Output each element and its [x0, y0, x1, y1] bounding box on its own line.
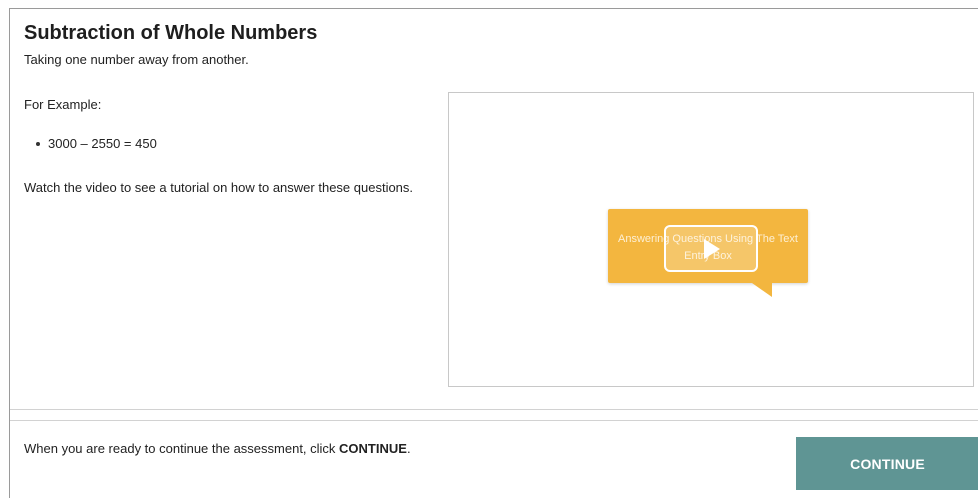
continue-prompt: When you are ready to continue the asses… [24, 441, 411, 456]
play-button[interactable] [664, 225, 758, 272]
continue-prompt-text: When you are ready to continue the asses… [24, 441, 340, 456]
page-title: Subtraction of Whole Numbers [24, 22, 318, 44]
example-label: For Example: [24, 97, 102, 112]
list-item: 3000 – 2550 = 450 [24, 136, 157, 151]
assessment-panel: Subtraction of Whole Numbers Taking one … [9, 8, 978, 498]
video-player[interactable]: Answering Questions Using The Text Entry… [448, 92, 974, 387]
continue-prompt-period: . [406, 441, 411, 456]
play-icon [704, 239, 720, 259]
speech-bubble-tail [752, 283, 772, 297]
video-thumbnail[interactable]: Answering Questions Using The Text Entry… [608, 209, 808, 297]
continue-prompt-keyword: CONTINUE [339, 441, 407, 456]
bullet-icon [36, 141, 40, 146]
page-subtitle: Taking one number away from another. [24, 52, 249, 67]
instructions-text: Watch the video to see a tutorial on how… [24, 180, 414, 195]
section-divider [10, 409, 978, 410]
section-divider [10, 420, 978, 421]
example-equation: 3000 – 2550 = 450 [48, 136, 157, 151]
example-list: 3000 – 2550 = 450 [24, 136, 157, 151]
continue-button[interactable]: CONTINUE [796, 437, 978, 490]
